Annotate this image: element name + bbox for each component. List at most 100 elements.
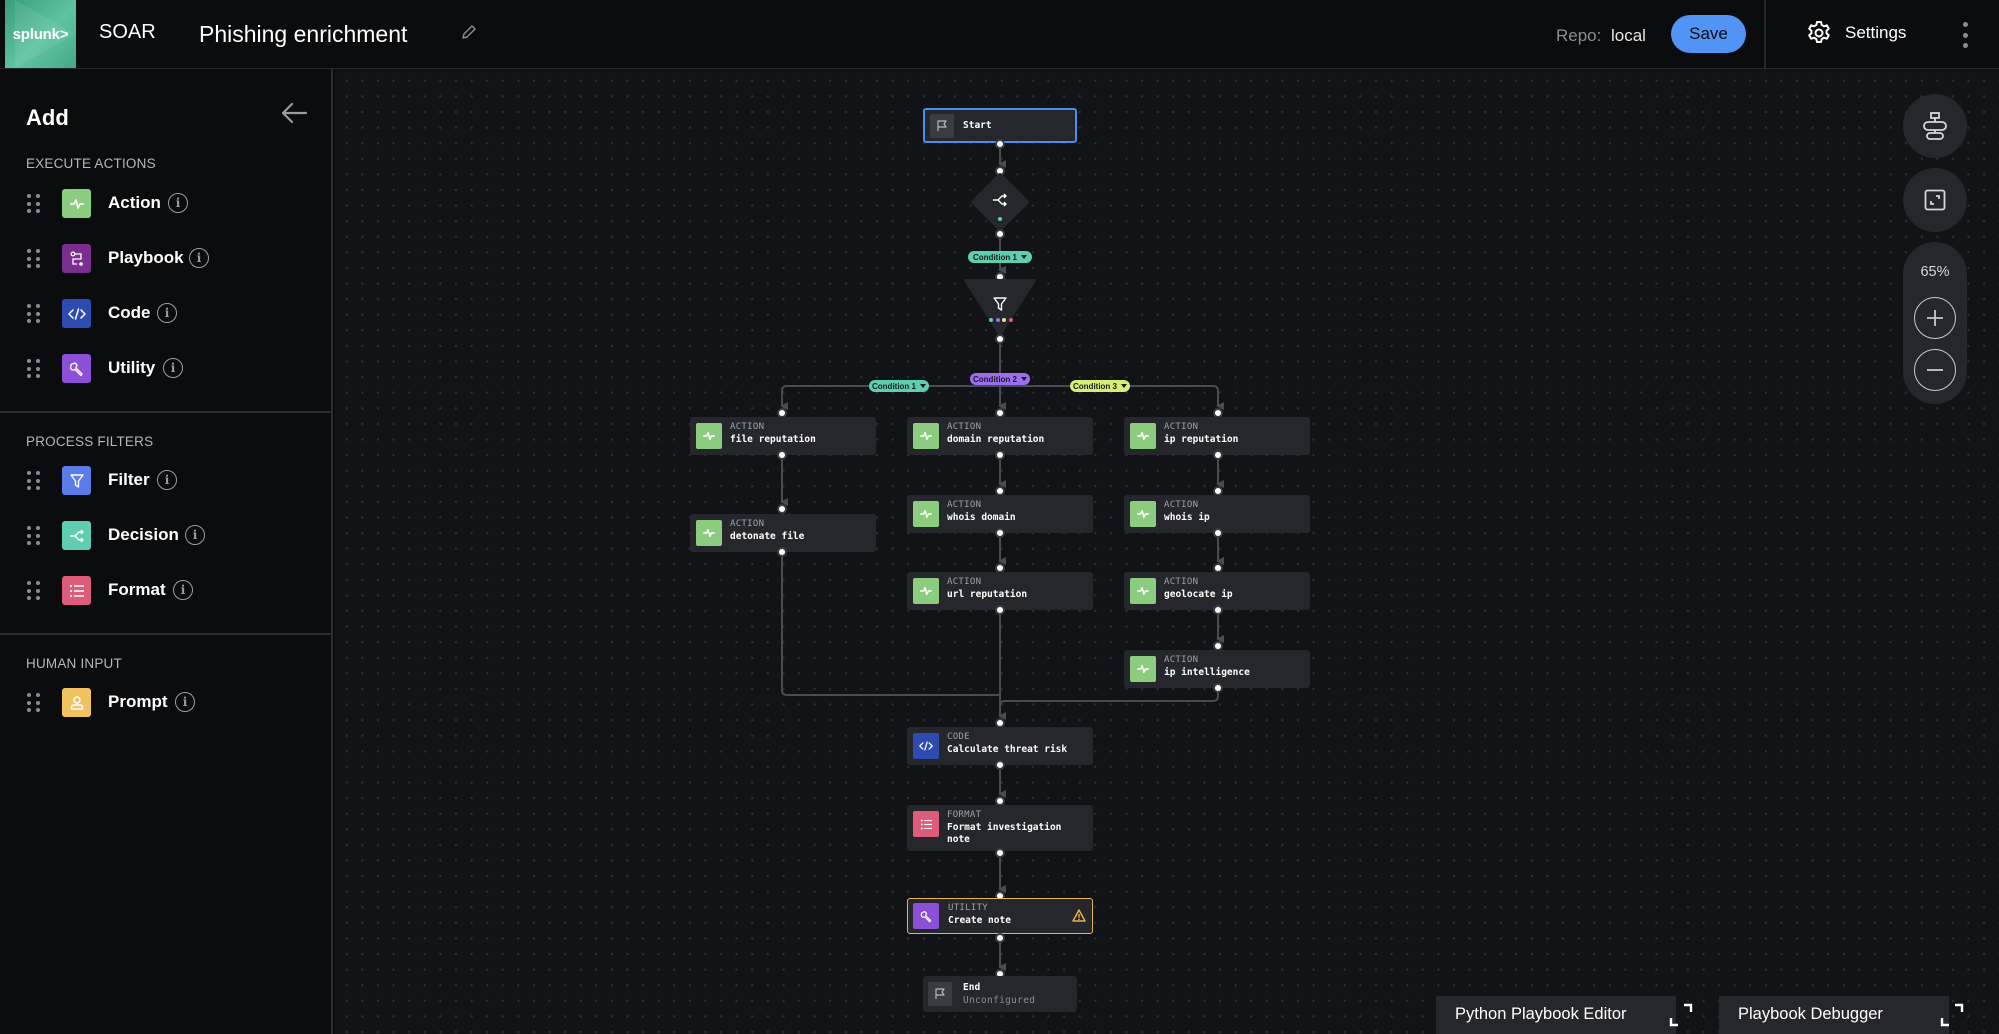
drag-handle-icon[interactable] [27, 249, 40, 268]
output-port[interactable] [995, 528, 1005, 538]
output-port[interactable] [777, 547, 787, 557]
output-port[interactable] [995, 933, 1005, 943]
drag-handle-icon[interactable] [27, 304, 40, 323]
flag-icon [930, 114, 954, 138]
add-item-utility[interactable]: Utility i [0, 348, 330, 388]
pencil-edit-icon[interactable] [460, 23, 478, 41]
settings-button[interactable]: Settings [1806, 20, 1906, 46]
caret-down-icon [920, 384, 926, 388]
auto-layout-button[interactable] [1903, 94, 1967, 158]
add-item-code[interactable]: Code i [0, 293, 330, 333]
output-port[interactable] [995, 450, 1005, 460]
add-item-action[interactable]: Action i [0, 183, 330, 223]
node-create-note[interactable]: UTILITY Create note [907, 898, 1093, 934]
arrow-left-icon[interactable] [280, 101, 308, 125]
action-pulse-icon [913, 501, 939, 527]
expand-icon[interactable] [1668, 1002, 1694, 1028]
logo-text: splunk> [12, 25, 69, 43]
info-icon[interactable]: i [175, 692, 195, 712]
add-item-prompt[interactable]: Prompt i [0, 682, 330, 722]
funnel-icon [62, 466, 91, 495]
info-icon[interactable]: i [157, 470, 177, 490]
output-port[interactable] [1213, 528, 1223, 538]
wrench-icon [913, 903, 939, 929]
output-port[interactable] [1213, 605, 1223, 615]
input-port[interactable] [777, 504, 787, 514]
filter-condition-dots [989, 318, 1013, 322]
node-start[interactable]: Start [923, 108, 1077, 143]
output-port[interactable] [995, 848, 1005, 858]
decision-split-icon [993, 193, 1007, 207]
info-icon[interactable]: i [173, 580, 193, 600]
output-port[interactable] [995, 334, 1005, 344]
node-format-investigation-note[interactable]: FORMAT Format investigation note [907, 805, 1093, 851]
section-title-process-filters: PROCESS FILTERS [26, 434, 154, 449]
condition-pill-decision-1[interactable]: Condition 1 [968, 251, 1032, 263]
drag-handle-icon[interactable] [27, 526, 40, 545]
info-icon[interactable]: i [163, 358, 183, 378]
add-item-decision[interactable]: Decision i [0, 515, 330, 555]
repo-value: local [1611, 26, 1646, 45]
info-icon[interactable]: i [157, 303, 177, 323]
condition-indicator-dot [998, 217, 1002, 221]
add-item-playbook[interactable]: Playbook i [0, 238, 330, 278]
add-item-filter[interactable]: Filter i [0, 460, 330, 500]
add-item-label: Filter [108, 470, 150, 489]
drag-handle-icon[interactable] [27, 359, 40, 378]
panel-title: Add [26, 105, 69, 130]
action-pulse-icon [1130, 423, 1156, 449]
section-divider [0, 411, 331, 413]
node-type: FORMAT [947, 810, 982, 820]
output-port[interactable] [777, 450, 787, 460]
expand-icon[interactable] [1939, 1002, 1965, 1028]
info-icon[interactable]: i [189, 248, 209, 268]
node-name: Calculate threat risk [947, 744, 1068, 755]
fit-to-screen-button[interactable] [1903, 168, 1967, 232]
node-type: ACTION [1164, 500, 1199, 510]
output-port[interactable] [1213, 683, 1223, 693]
repo-label: Repo: [1556, 26, 1602, 45]
zoom-level: 65% [1920, 264, 1950, 280]
person-icon [62, 688, 91, 717]
add-item-label: Prompt [108, 692, 168, 711]
playbook-title: Phishing enrichment [199, 21, 408, 47]
node-end[interactable]: End Unconfigured [923, 976, 1077, 1012]
add-item-label: Action [108, 193, 161, 212]
node-type: ACTION [947, 577, 982, 587]
code-icon [913, 733, 939, 759]
node-name-line2: note [947, 834, 970, 845]
info-icon[interactable]: i [185, 525, 205, 545]
condition-pill-filter-1[interactable]: Condition 1 [869, 380, 929, 392]
list-icon [913, 811, 939, 837]
save-button[interactable]: Save [1671, 15, 1746, 53]
node-type: ACTION [1164, 655, 1199, 665]
zoom-out-button[interactable] [1914, 349, 1956, 391]
zoom-in-button[interactable] [1914, 297, 1956, 339]
section-divider [0, 633, 331, 635]
condition-pill-filter-2[interactable]: Condition 2 [970, 373, 1030, 385]
condition-dot [1008, 318, 1013, 322]
python-playbook-editor-tab[interactable]: Python Playbook Editor [1436, 996, 1693, 1034]
output-port[interactable] [1213, 450, 1223, 460]
node-type: ACTION [1164, 577, 1199, 587]
more-options-icon[interactable] [1960, 22, 1970, 48]
topbar-divider [1764, 0, 1766, 69]
output-port[interactable] [995, 229, 1005, 239]
drag-handle-icon[interactable] [27, 194, 40, 213]
add-item-format[interactable]: Format i [0, 570, 330, 610]
node-type: UTILITY [948, 903, 989, 913]
condition-pill-filter-3[interactable]: Condition 3 [1070, 380, 1130, 392]
funnel-icon [993, 297, 1007, 311]
drag-handle-icon[interactable] [27, 471, 40, 490]
splunk-logo[interactable]: splunk> [5, 0, 76, 68]
add-item-label: Playbook [108, 248, 184, 267]
output-port[interactable] [995, 139, 1005, 149]
action-pulse-icon [913, 423, 939, 449]
output-port[interactable] [995, 605, 1005, 615]
drag-handle-icon[interactable] [27, 581, 40, 600]
drag-handle-icon[interactable] [27, 693, 40, 712]
playbook-canvas[interactable] [335, 69, 1999, 1034]
info-icon[interactable]: i [168, 193, 188, 213]
output-port[interactable] [995, 760, 1005, 770]
playbook-debugger-tab[interactable]: Playbook Debugger [1719, 996, 1964, 1034]
